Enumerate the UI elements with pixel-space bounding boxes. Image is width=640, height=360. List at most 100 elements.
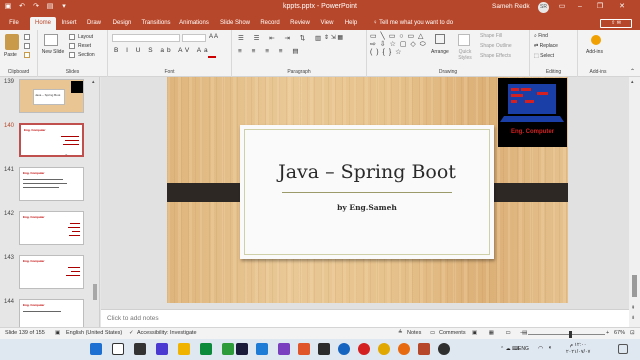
app-icon[interactable] bbox=[222, 343, 234, 355]
tab-transitions[interactable]: Transitions bbox=[139, 17, 173, 30]
paste-icon[interactable] bbox=[5, 34, 19, 50]
list-buttons[interactable]: ☰ ☰ ⇤ ⇥ ⇅ ▥ bbox=[238, 34, 325, 42]
find-button[interactable]: ⌕ Find bbox=[534, 33, 548, 39]
accessibility-status[interactable]: Accessibility: Investigate bbox=[137, 330, 197, 336]
new-slide-button[interactable]: New Slide bbox=[41, 49, 65, 55]
close-button[interactable]: ✕ bbox=[616, 2, 628, 12]
tab-home[interactable]: Home bbox=[30, 17, 56, 30]
edge-icon[interactable] bbox=[200, 343, 212, 355]
tell-me-search[interactable]: ♀ Tell me what you want to do bbox=[373, 17, 453, 30]
slide-thumbnail[interactable]: Eng. Computer bbox=[19, 211, 84, 245]
shapes-gallery[interactable]: ▭ ╲ ▭ ○ ▭ △ ⇨ ⇩ ☆ ▢ ◇ ⬭ ( ) { } ☆ bbox=[370, 33, 432, 57]
tab-animations[interactable]: Animations bbox=[177, 17, 211, 30]
share-button[interactable]: ⇧ ✉ bbox=[600, 19, 632, 28]
format-painter-icon[interactable] bbox=[24, 52, 30, 58]
shape-fill-button[interactable]: Shape Fill bbox=[480, 33, 502, 39]
volume-icon[interactable]: ◖ bbox=[548, 345, 552, 351]
tab-help[interactable]: Help bbox=[342, 17, 360, 30]
spelling-icon[interactable]: ▣ bbox=[55, 330, 60, 336]
align-buttons[interactable]: ≡ ≡ ≡ ≡ ▤ bbox=[238, 47, 303, 55]
teams-icon[interactable] bbox=[156, 343, 168, 355]
ribbon-display-icon[interactable]: ▭ bbox=[556, 2, 568, 12]
clock[interactable]: ١٢:٠٠ م ٢٠٢١/٠٧/٠٧ bbox=[566, 342, 590, 356]
tab-record[interactable]: Record bbox=[258, 17, 282, 30]
task-view-icon[interactable] bbox=[134, 343, 146, 355]
postman-icon[interactable] bbox=[298, 343, 310, 355]
slide-subtitle[interactable]: by Eng.Sameh bbox=[240, 203, 494, 212]
notes-pane[interactable]: Click to add notes bbox=[101, 309, 640, 327]
select-button[interactable]: ⬚ Select bbox=[534, 53, 554, 59]
paste-button[interactable]: Paste bbox=[4, 52, 17, 58]
tab-slide-show[interactable]: Slide Show bbox=[216, 17, 254, 30]
reset-button[interactable]: Reset bbox=[78, 43, 91, 49]
tab-design[interactable]: Design bbox=[109, 17, 135, 30]
font-format-buttons[interactable]: B I U S ab AV Aa bbox=[114, 47, 211, 54]
tab-review[interactable]: Review bbox=[287, 17, 313, 30]
avatar[interactable]: SR bbox=[538, 2, 549, 13]
tab-view[interactable]: View bbox=[317, 17, 337, 30]
addins-button[interactable]: Add-ins bbox=[586, 49, 603, 55]
copy-icon[interactable] bbox=[24, 43, 30, 49]
cut-icon[interactable] bbox=[24, 34, 30, 40]
zoom-level[interactable]: 67% bbox=[614, 330, 625, 336]
logo[interactable]: Eng. Computer bbox=[498, 78, 567, 147]
grow-font-icon[interactable]: A A bbox=[209, 34, 218, 40]
opera-icon[interactable] bbox=[358, 343, 370, 355]
edge-icon[interactable] bbox=[338, 343, 350, 355]
section-button[interactable]: Section bbox=[78, 52, 95, 58]
powerpoint-icon[interactable] bbox=[418, 343, 430, 355]
new-slide-icon[interactable] bbox=[44, 34, 58, 46]
start-icon[interactable] bbox=[90, 343, 102, 355]
scroll-thumb[interactable] bbox=[93, 284, 97, 300]
app-icon[interactable] bbox=[438, 343, 450, 355]
arrange-button[interactable]: Arrange bbox=[431, 49, 449, 55]
scroll-up-icon[interactable]: ▴ bbox=[92, 79, 98, 85]
firefox-icon[interactable] bbox=[398, 343, 410, 355]
collapse-ribbon-icon[interactable]: ⌃ bbox=[630, 68, 635, 75]
slide-scrollbar[interactable]: ▴ ⇞ ⇟ bbox=[629, 77, 640, 327]
app-icon[interactable] bbox=[278, 343, 290, 355]
quick-styles-button[interactable]: Quick Styles bbox=[454, 49, 476, 61]
vscode-icon[interactable] bbox=[256, 343, 268, 355]
app-icon[interactable] bbox=[318, 343, 330, 355]
previous-slide-icon[interactable]: ⇞ bbox=[631, 305, 635, 311]
fit-slide-icon[interactable]: ⊡ bbox=[630, 330, 635, 336]
user-name[interactable]: Sameh Redk bbox=[492, 3, 530, 10]
view-buttons[interactable]: ▣ ▦ ▭ ▤ bbox=[472, 330, 532, 336]
slide-thumbnail[interactable]: Eng. Computer bbox=[19, 299, 84, 327]
next-slide-icon[interactable]: ⇟ bbox=[631, 315, 635, 321]
notes-button[interactable]: Notes bbox=[407, 330, 421, 336]
chrome-icon[interactable] bbox=[378, 343, 390, 355]
tab-insert[interactable]: Insert bbox=[58, 17, 80, 30]
zoom-in-button[interactable]: + bbox=[606, 330, 609, 336]
text-direction-icon[interactable]: ⇕ ⇲ ▦ bbox=[324, 34, 343, 41]
slide-thumbnail[interactable]: Eng. Computer bbox=[19, 167, 84, 201]
minimize-button[interactable]: – bbox=[574, 2, 586, 12]
layout-button[interactable]: Layout bbox=[78, 34, 93, 40]
thumbnail-scrollbar[interactable]: ▴ bbox=[92, 79, 98, 319]
shape-outline-button[interactable]: Shape Outline bbox=[480, 43, 512, 49]
replace-button[interactable]: ⇄ Replace bbox=[534, 43, 558, 49]
scroll-up-icon[interactable]: ▴ bbox=[631, 79, 634, 85]
comments-button[interactable]: Comments bbox=[439, 330, 466, 336]
title-card[interactable]: Java – Spring Boot by Eng.Sameh bbox=[240, 125, 494, 259]
restore-button[interactable]: ❐ bbox=[594, 2, 606, 12]
tab-draw[interactable]: Draw bbox=[84, 17, 104, 30]
zoom-out-button[interactable]: − bbox=[520, 330, 523, 336]
font-color-icon[interactable] bbox=[208, 56, 216, 58]
current-slide[interactable]: Java – Spring Boot by Eng.Sameh Eng. Com… bbox=[167, 77, 568, 303]
slide-title[interactable]: Java – Spring Boot bbox=[240, 161, 494, 183]
notifications-icon[interactable] bbox=[618, 344, 628, 354]
font-name-dropdown[interactable] bbox=[112, 34, 180, 42]
language-indicator[interactable]: ENG bbox=[518, 346, 529, 352]
intellij-icon[interactable] bbox=[236, 343, 248, 355]
tab-file[interactable]: File bbox=[4, 17, 24, 30]
slide-thumbnail[interactable]: Java – Spring Boot bbox=[19, 79, 84, 113]
slide-thumbnail-pane[interactable]: 139 Java – Spring Boot 140 Eng. Computer… bbox=[0, 77, 100, 327]
zoom-slider-handle[interactable] bbox=[569, 331, 572, 338]
wifi-icon[interactable]: ◠ bbox=[538, 345, 543, 352]
scroll-thumb[interactable] bbox=[632, 275, 637, 297]
shape-effects-button[interactable]: Shape Effects bbox=[480, 53, 511, 59]
zoom-slider[interactable] bbox=[528, 331, 605, 338]
tray-icons[interactable]: ⌃ ☁ ⌨ bbox=[500, 346, 519, 352]
